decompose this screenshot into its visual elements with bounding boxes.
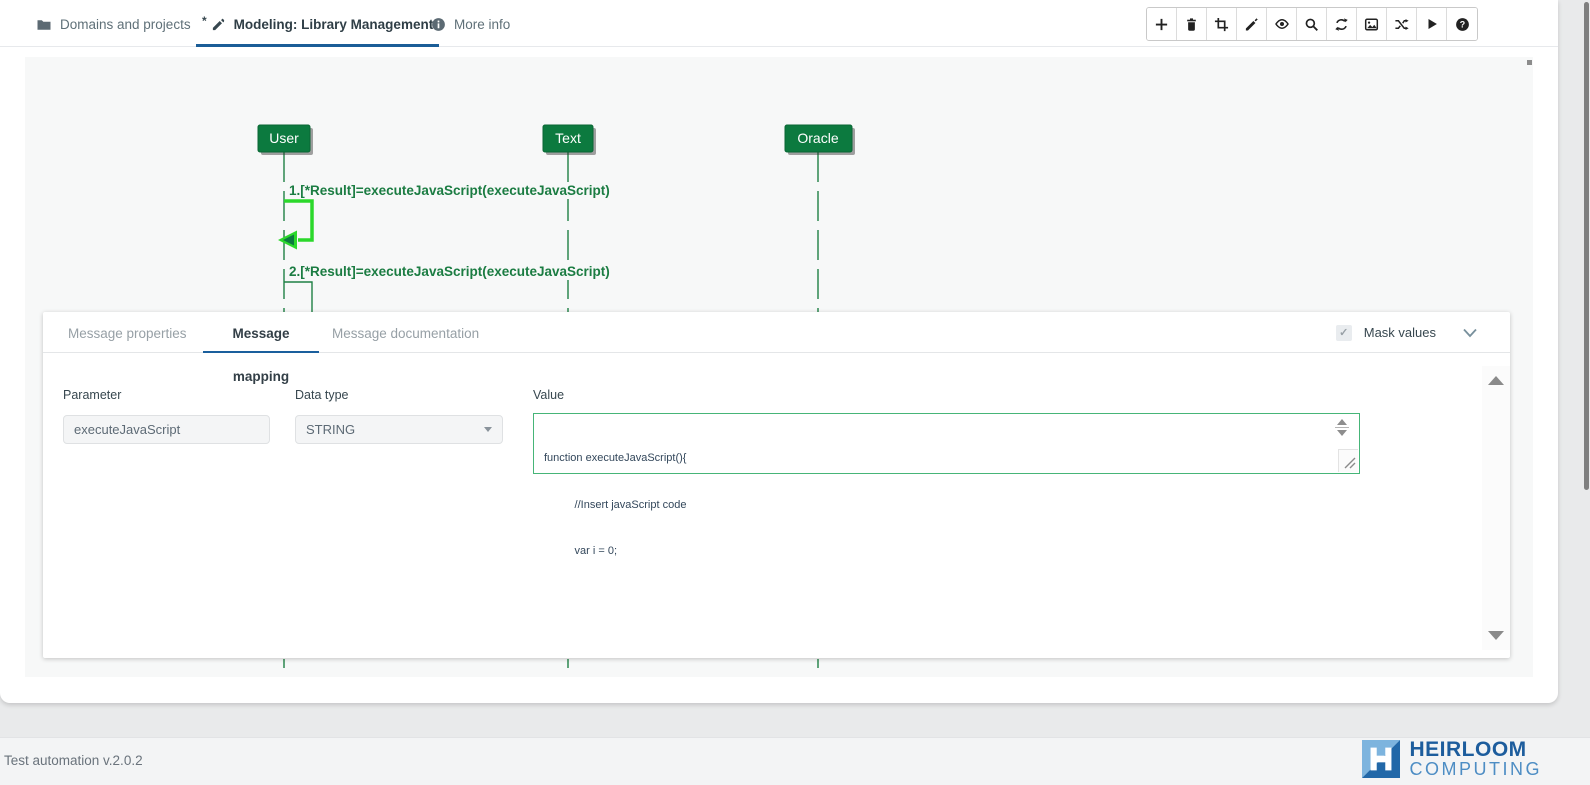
parameter-input[interactable]: executeJavaScript xyxy=(63,415,270,444)
shuffle-button[interactable] xyxy=(1387,8,1417,40)
scroll-up-icon[interactable] xyxy=(1488,376,1504,385)
help-button[interactable]: ? xyxy=(1447,8,1477,40)
mask-values-control: ✓ Mask values xyxy=(1336,312,1478,353)
svg-text:?: ? xyxy=(1459,19,1464,29)
scroll-down-icon[interactable] xyxy=(1488,631,1504,640)
logo-title: HEIRLOOM xyxy=(1410,740,1543,760)
mask-values-label: Mask values xyxy=(1364,325,1436,340)
canvas-corner-dot xyxy=(1527,60,1532,65)
actor-user[interactable]: User xyxy=(258,125,313,155)
message-panel: Message properties Message mapping Messa… xyxy=(43,312,1510,658)
value-label: Value xyxy=(533,388,564,402)
chevron-down-icon[interactable] xyxy=(1462,328,1478,338)
tab-modeling-library-management[interactable]: * Modeling: Library Management xyxy=(196,0,439,47)
code-line: function executeJavaScript(){ xyxy=(544,451,686,467)
data-type-select[interactable]: STRING xyxy=(295,415,503,444)
crop-button[interactable] xyxy=(1207,8,1237,40)
actor-label: Oracle xyxy=(797,130,838,146)
edit-button[interactable] xyxy=(1237,8,1267,40)
wand-icon xyxy=(1244,17,1259,32)
actor-label: Text xyxy=(555,130,581,146)
parameter-label: Parameter xyxy=(63,388,121,402)
diagram-toolbar: ? xyxy=(1146,7,1478,41)
crop-icon xyxy=(1214,17,1229,32)
parameter-value: executeJavaScript xyxy=(74,422,180,437)
play-icon xyxy=(1425,17,1439,31)
select-caret-icon xyxy=(484,427,492,432)
refresh-button[interactable] xyxy=(1327,8,1357,40)
add-icon xyxy=(1154,17,1169,32)
tab-label: More info xyxy=(454,17,510,32)
add-button[interactable] xyxy=(1147,8,1177,40)
trash-icon xyxy=(1184,17,1199,32)
run-button[interactable] xyxy=(1417,8,1447,40)
app-card: Domains and projects * Modeling: Library… xyxy=(0,0,1558,703)
delete-button[interactable] xyxy=(1177,8,1207,40)
value-spinner xyxy=(1334,419,1350,436)
search-icon xyxy=(1304,17,1319,32)
tab-message-properties[interactable]: Message properties xyxy=(68,312,187,353)
footer: Test automation v.2.0.2 HEIRLOOM COMPUTI… xyxy=(0,737,1590,785)
tab-more-info[interactable]: More info xyxy=(425,0,516,47)
tab-message-mapping[interactable]: Message mapping xyxy=(203,312,319,353)
shuffle-icon xyxy=(1394,17,1409,32)
folder-icon xyxy=(36,17,52,33)
code-line: var i = 0; xyxy=(544,544,686,560)
actor-oracle[interactable]: Oracle xyxy=(785,125,855,155)
info-icon xyxy=(431,17,446,32)
app-version: Test automation v.2.0.2 xyxy=(4,738,143,782)
eye-icon xyxy=(1274,16,1290,32)
heirloom-logo: HEIRLOOM COMPUTING xyxy=(1362,740,1543,778)
data-type-value: STRING xyxy=(306,422,355,437)
spinner-divider xyxy=(1335,427,1349,428)
spinner-up-icon[interactable] xyxy=(1337,419,1347,425)
spinner-down-icon[interactable] xyxy=(1337,430,1347,436)
refresh-icon xyxy=(1334,17,1349,32)
heirloom-logo-mark xyxy=(1362,740,1400,778)
tab-label: Modeling: Library Management xyxy=(234,17,434,32)
message-label: 2.[*Result]=executeJavaScript(executeJav… xyxy=(289,264,610,279)
mask-values-checkbox[interactable]: ✓ xyxy=(1336,325,1352,341)
self-message-loop-selected[interactable] xyxy=(284,201,312,240)
logo-subtitle: COMPUTING xyxy=(1410,760,1543,778)
search-button[interactable] xyxy=(1297,8,1327,40)
tab-label: Domains and projects xyxy=(60,17,191,32)
image-icon xyxy=(1364,17,1379,32)
view-button[interactable] xyxy=(1267,8,1297,40)
help-icon: ? xyxy=(1455,17,1470,32)
message-1[interactable]: 1.[*Result]=executeJavaScript(executeJav… xyxy=(278,182,610,250)
pencil-icon xyxy=(211,17,226,32)
message-label: 1.[*Result]=executeJavaScript(executeJav… xyxy=(289,183,610,198)
resize-grip[interactable] xyxy=(1338,449,1358,472)
panel-scrollbar[interactable] xyxy=(1482,366,1510,650)
actor-text[interactable]: Text xyxy=(543,125,596,155)
tab-message-documentation[interactable]: Message documentation xyxy=(332,312,479,353)
code-line: //Insert javaScript code xyxy=(544,498,686,514)
data-type-label: Data type xyxy=(295,388,349,402)
panel-tabbar: Message properties Message mapping Messa… xyxy=(43,312,1510,353)
window-scrollbar-thumb[interactable] xyxy=(1584,2,1589,490)
actor-label: User xyxy=(269,130,299,146)
modified-marker: * xyxy=(202,14,207,28)
image-button[interactable] xyxy=(1357,8,1387,40)
tab-domains-and-projects[interactable]: Domains and projects xyxy=(30,0,197,47)
value-code-editor[interactable]: function executeJavaScript(){ //Insert j… xyxy=(533,413,1360,474)
